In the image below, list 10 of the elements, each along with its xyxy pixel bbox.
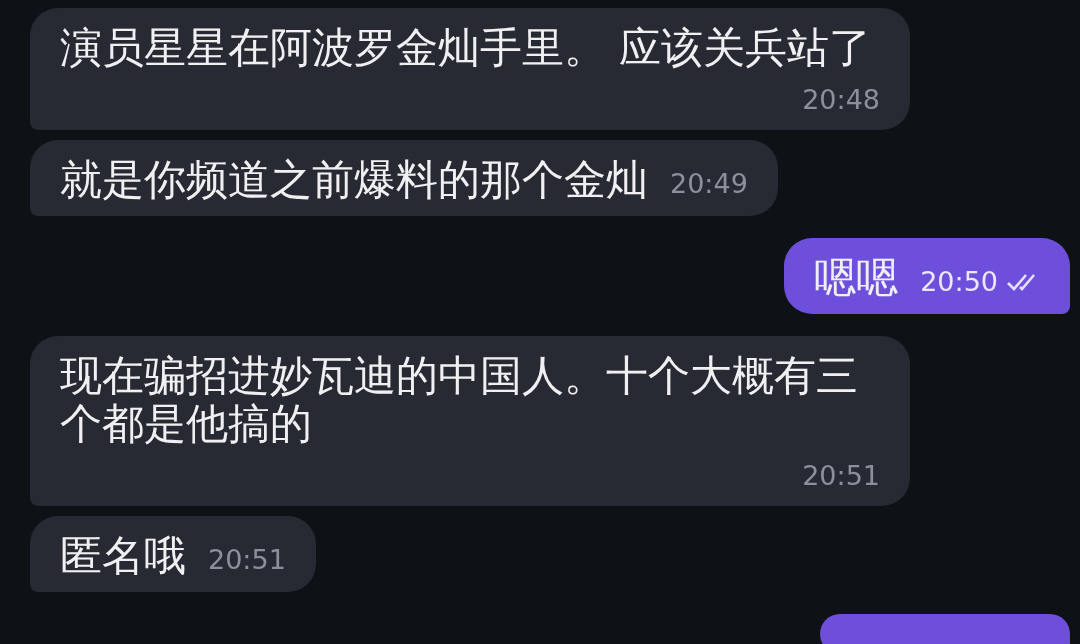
message-text: 嗯嗯 <box>814 254 899 302</box>
message-time: 20:49 <box>670 167 748 201</box>
message-time: 20:48 <box>802 83 880 117</box>
message-text: 现在骗招进妙瓦迪的中国人。十个大概有三个都是他搞的 <box>60 352 859 448</box>
message-text: 匿名哦 <box>60 532 186 580</box>
message-time: 20:51 <box>802 459 880 493</box>
message-time: 20:51 <box>208 543 286 577</box>
message-time: 20:50 <box>920 265 998 299</box>
message-text: 演员星星在阿波罗金灿手里。 应该关兵站了 <box>60 24 872 72</box>
message-text: 就是你频道之前爆料的那个金灿 <box>60 156 648 204</box>
